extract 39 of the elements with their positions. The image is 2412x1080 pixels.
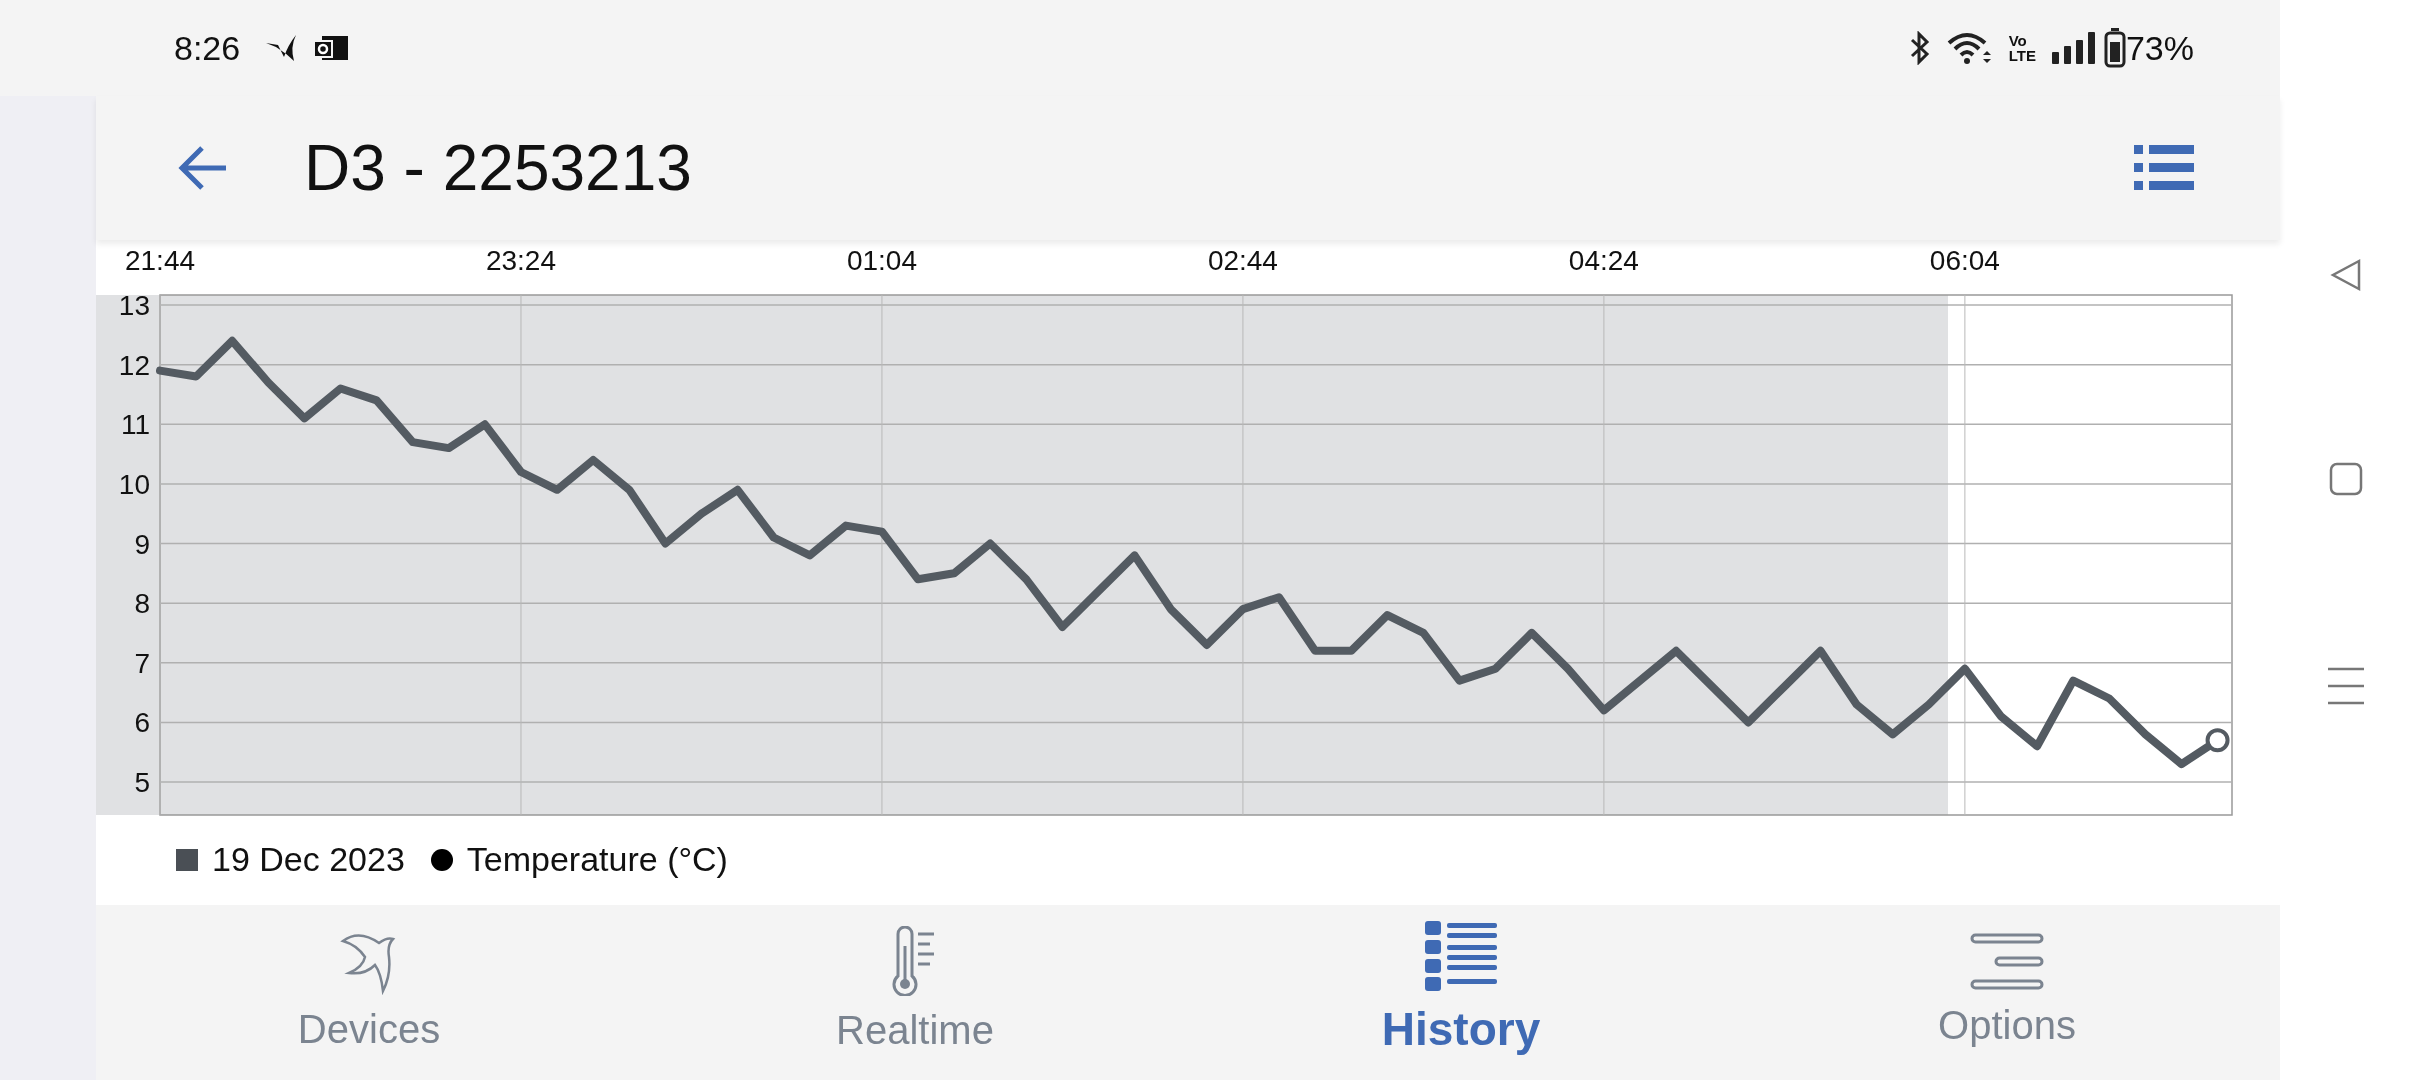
- wifi-icon: [1946, 31, 1993, 65]
- y-tick-label: 9: [134, 528, 150, 560]
- x-tick-label: 02:44: [1207, 245, 1278, 276]
- y-tick-label: 6: [134, 707, 150, 739]
- battery-icon: [2103, 28, 2126, 68]
- legend-label: Temperature (°C): [466, 839, 728, 880]
- x-tick-label: 06:04: [1929, 245, 2000, 276]
- clock-time: 8:26: [174, 27, 241, 69]
- nav-tab[interactable]: Realtime: [642, 905, 1188, 1080]
- volte-indicator: Vo LTE: [2008, 33, 2036, 63]
- signal-icon: [2051, 32, 2096, 64]
- list-icon[interactable]: [2134, 145, 2194, 191]
- y-tick-label: 12: [118, 349, 150, 381]
- y-tick-label: 13: [118, 290, 150, 321]
- y-tick-label: 5: [134, 767, 150, 798]
- legend-square-icon: [176, 848, 198, 871]
- back-arrow-icon[interactable]: [176, 144, 228, 192]
- x-tick-label: 21:44: [124, 245, 196, 276]
- x-tick-label: 04:24: [1568, 245, 1639, 276]
- nav-tab[interactable]: Devices: [96, 905, 642, 1080]
- battery-percent: 73%: [2125, 27, 2194, 69]
- last-point-marker: [2205, 728, 2230, 753]
- x-tick-label: 23:24: [485, 245, 556, 276]
- recent-apps-icon[interactable]: [2328, 666, 2364, 706]
- x-tick-label: 01:04: [846, 245, 917, 276]
- y-tick-label: 10: [118, 468, 150, 500]
- y-tick-label: 11: [120, 409, 150, 441]
- nav-tab[interactable]: History: [1188, 905, 1734, 1080]
- bluetooth-icon: [1908, 31, 1931, 65]
- y-tick-label: 7: [134, 647, 150, 679]
- legend-dot-icon: [430, 848, 453, 871]
- device-title: D3 - 2253213: [304, 131, 692, 206]
- y-tick-label: 8: [134, 588, 150, 620]
- legend-label: 19 Dec 2023: [212, 839, 405, 880]
- nav-tab[interactable]: Options: [1734, 905, 2280, 1080]
- home-icon[interactable]: [2329, 462, 2363, 496]
- mail-icon: [314, 34, 349, 62]
- list-icon: [1425, 921, 1497, 991]
- back-icon[interactable]: [2329, 258, 2363, 292]
